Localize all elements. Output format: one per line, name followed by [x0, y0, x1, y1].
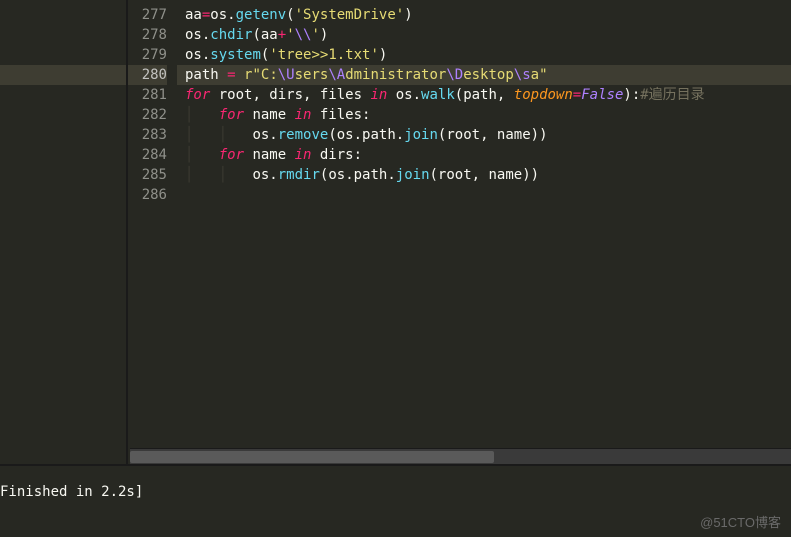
line-number: 282: [0, 105, 167, 125]
line-number: 284: [0, 145, 167, 165]
scrollbar-thumb[interactable]: [130, 451, 494, 463]
line-number: 279: [0, 45, 167, 65]
code-line[interactable]: │ for name in files:: [185, 105, 791, 125]
horizontal-scrollbar[interactable]: [130, 448, 791, 464]
vertical-divider: [126, 0, 128, 464]
line-number: 285: [0, 165, 167, 185]
code-line[interactable]: os.chdir(aa+'\\'): [185, 25, 791, 45]
line-number: 280: [0, 65, 167, 85]
code-line[interactable]: [185, 185, 791, 205]
line-number: 277: [0, 5, 167, 25]
code-line[interactable]: path = r"C:\Users\Administrator\Desktop\…: [177, 65, 791, 85]
line-number-gutter: 277278279280281282283284285286: [0, 0, 185, 448]
line-number: 278: [0, 25, 167, 45]
code-line[interactable]: │ for name in dirs:: [185, 145, 791, 165]
code-editor[interactable]: 277278279280281282283284285286 aa=os.get…: [0, 0, 791, 448]
code-content[interactable]: aa=os.getenv('SystemDrive')os.chdir(aa+'…: [185, 0, 791, 448]
line-number: 281: [0, 85, 167, 105]
line-number: 283: [0, 125, 167, 145]
code-line[interactable]: os.system('tree>>1.txt'): [185, 45, 791, 65]
console-output: Finished in 2.2s]: [0, 484, 143, 500]
code-line[interactable]: aa=os.getenv('SystemDrive'): [185, 5, 791, 25]
watermark-text: @51CTO博客: [700, 512, 781, 531]
line-number: 286: [0, 185, 167, 205]
code-line[interactable]: │ │ os.remove(os.path.join(root, name)): [185, 125, 791, 145]
build-output-panel: Finished in 2.2s]: [0, 464, 791, 537]
code-line[interactable]: │ │ os.rmdir(os.path.join(root, name)): [185, 165, 791, 185]
code-line[interactable]: for root, dirs, files in os.walk(path, t…: [185, 85, 791, 105]
